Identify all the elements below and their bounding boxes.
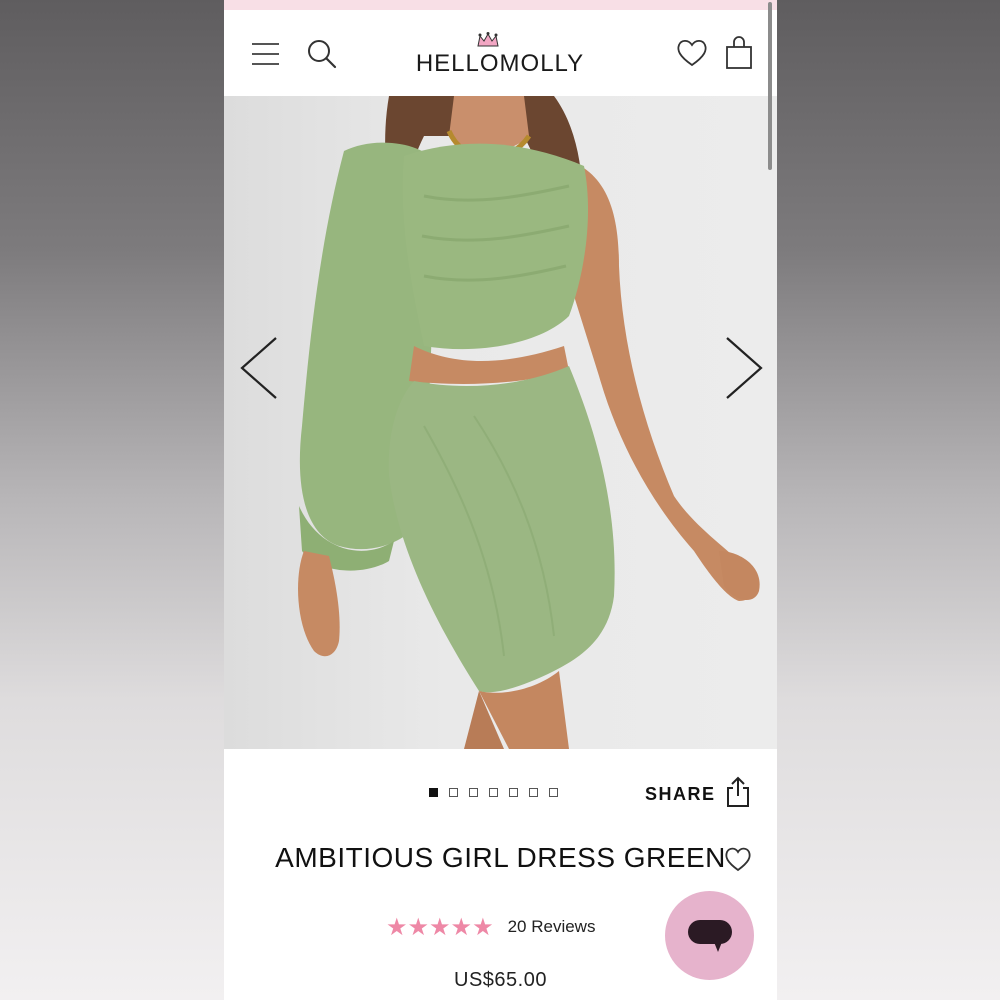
shopping-bag-icon[interactable] [724,36,754,70]
product-image-carousel[interactable] [224,96,777,749]
rating-stars: ★★★★★ [386,913,494,941]
pagination-dot-3[interactable] [469,788,478,797]
chevron-left-icon[interactable] [238,336,282,400]
wishlist-heart-icon[interactable] [724,846,752,872]
crown-icon [477,32,499,47]
chat-button[interactable] [665,891,754,980]
product-photo [298,96,760,749]
brand-logo[interactable]: HELLOMOLLY [414,32,586,77]
chevron-right-icon[interactable] [721,336,765,400]
search-icon[interactable] [306,38,338,70]
chat-bubble-icon [688,920,732,952]
pagination-dot-6[interactable] [529,788,538,797]
share-button-label[interactable]: SHARE [645,784,716,805]
background-blur-right [777,0,1000,1000]
pagination-dot-2[interactable] [449,788,458,797]
pagination-dot-4[interactable] [489,788,498,797]
product-title: AMBITIOUS GIRL DRESS GREEN [224,842,777,874]
scrollbar[interactable] [768,2,772,170]
logo-text: HELLOMOLLY [415,50,585,77]
pagination-dot-7[interactable] [549,788,558,797]
background-blur-left [0,0,224,1000]
pagination-dot-1[interactable] [429,788,438,797]
phone-screen: HELLOMOLLY SHARE AMBITIOUS GIRL DRESS GR… [224,0,777,1000]
carousel-controls: SHARE [224,760,777,820]
pagination-dot-5[interactable] [509,788,518,797]
heart-icon[interactable] [676,38,708,68]
site-header: HELLOMOLLY [224,10,777,96]
pagination-dots [429,788,558,800]
share-icon[interactable] [726,776,750,808]
product-rating[interactable]: ★★★★★ 20 Reviews [386,913,596,941]
promo-bar [224,0,777,10]
product-title-text: AMBITIOUS GIRL DRESS GREEN [275,842,726,873]
hamburger-menu-icon[interactable] [252,43,280,65]
reviews-link[interactable]: 20 Reviews [508,917,596,937]
